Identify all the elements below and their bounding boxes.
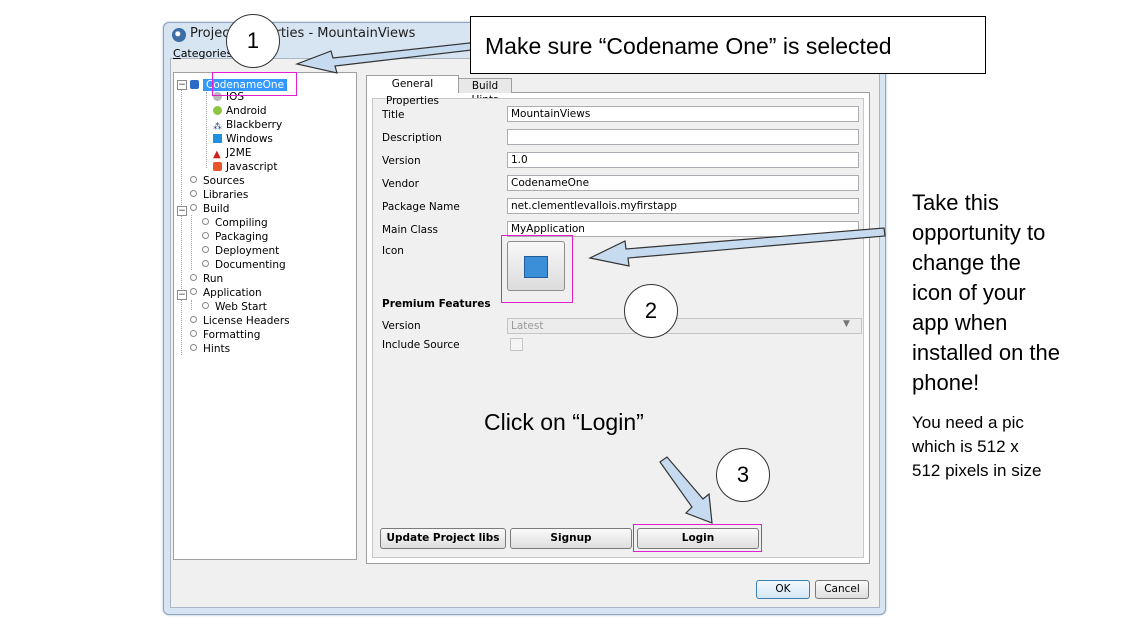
arrow-to-codenameone-icon	[294, 37, 473, 74]
icon-note-line: opportunity to	[912, 220, 1046, 245]
step-1-badge: 1	[226, 14, 280, 68]
icon-note-line: app when	[912, 310, 1008, 335]
pic-note-line: which is 512 x	[912, 437, 1019, 456]
step-2-badge: 2	[624, 284, 678, 338]
arrow-to-icon-icon	[588, 227, 886, 267]
tab-general-properties[interactable]: General Properties	[366, 75, 459, 107]
callout-select-codenameone: Make sure “Codename One” is selected	[470, 16, 986, 74]
pic-note-line: You need a pic	[912, 413, 1024, 432]
icon-note-line: icon of your	[912, 280, 1026, 305]
icon-note: Take this opportunity to change the icon…	[912, 188, 1060, 398]
icon-note-line: Take this	[912, 190, 999, 215]
pic-size-note: You need a pic which is 512 x 512 pixels…	[912, 411, 1041, 483]
click-login-note: Click on “Login”	[484, 409, 644, 435]
arrow-to-login-icon	[659, 456, 713, 524]
step-3-badge: 3	[716, 448, 770, 502]
icon-note-line: change the	[912, 250, 1021, 275]
pic-note-line: 512 pixels in size	[912, 461, 1042, 480]
icon-note-line: installed on the	[912, 340, 1060, 365]
icon-note-line: phone!	[912, 370, 980, 395]
